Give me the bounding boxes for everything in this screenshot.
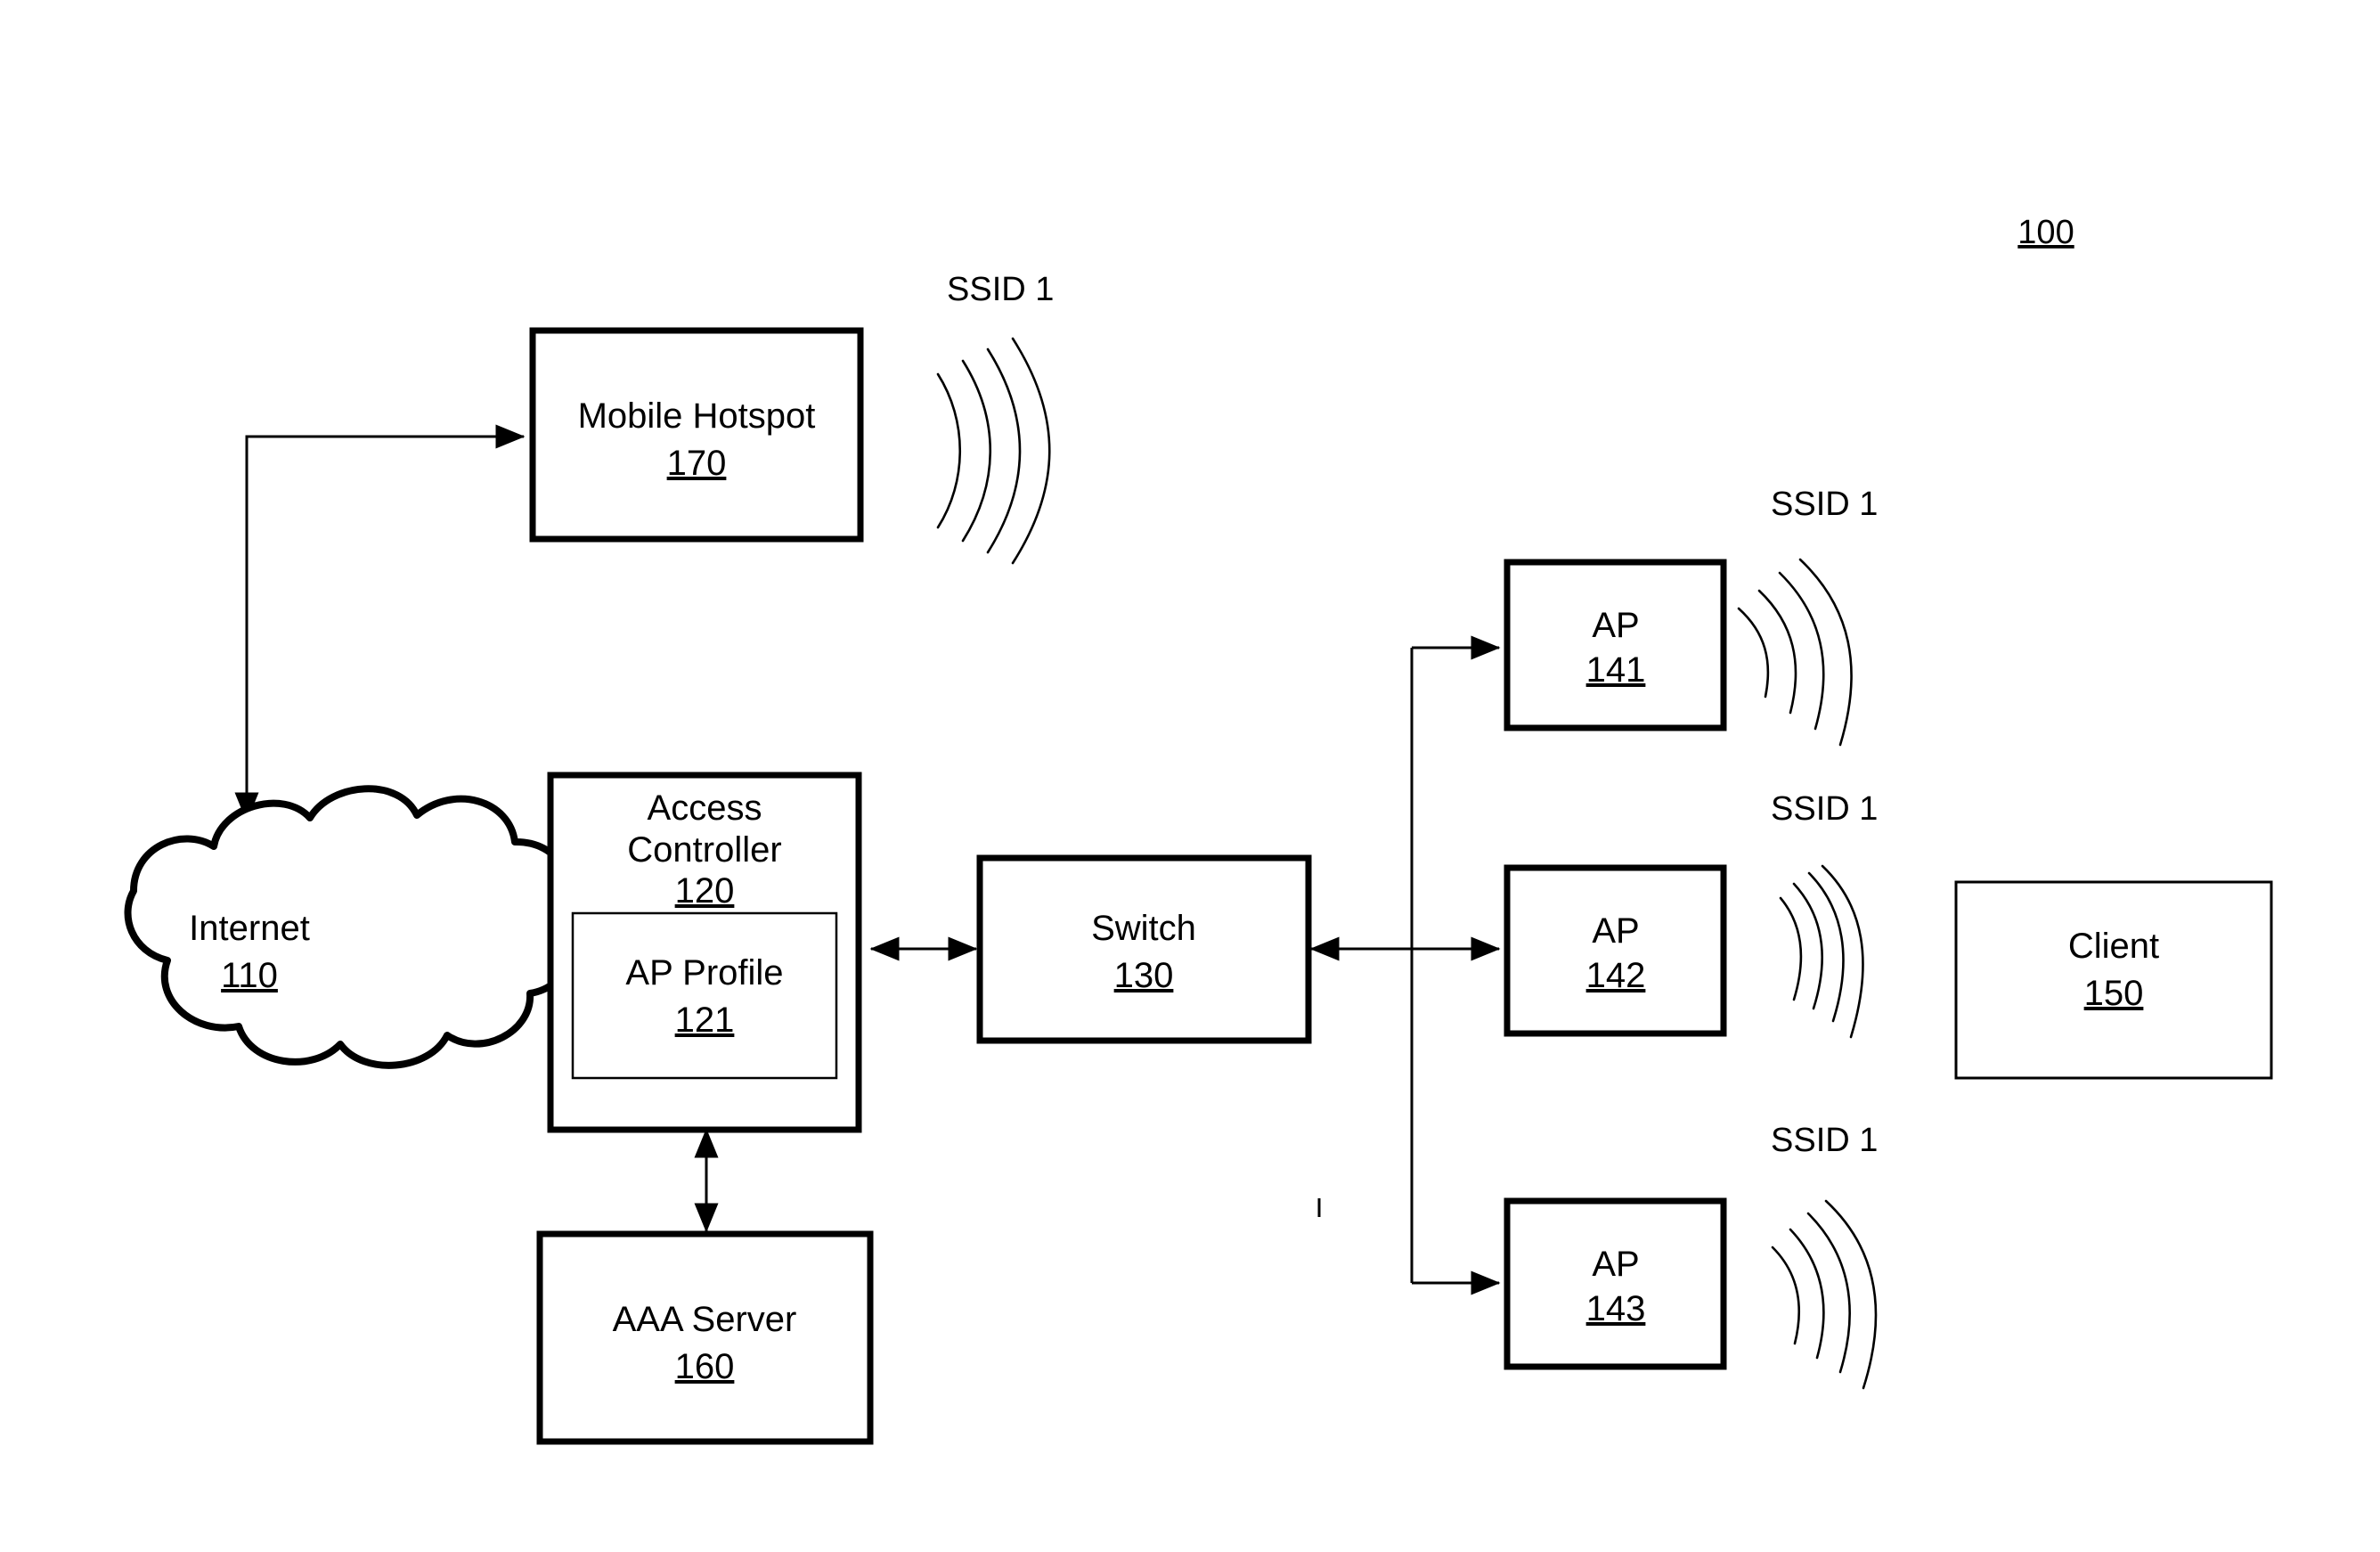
access-controller-label-line2: Controller xyxy=(627,830,781,870)
node-ap-143: AP 143 xyxy=(1504,1197,1727,1370)
ap-profile-label: AP Profile xyxy=(625,953,783,992)
connector-switch-ap-trunk xyxy=(1309,635,1501,1295)
client-label: Client xyxy=(2068,927,2159,966)
ap-profile-ref: 121 xyxy=(675,1001,735,1040)
patent-figure-canvas: Internet 110 Mobile Hotspot 170 SSID 1 A… xyxy=(0,0,2380,1552)
figure-reference-numeral: 100 xyxy=(2017,214,2074,251)
node-ap-142: AP 142 xyxy=(1504,864,1727,1037)
node-switch: Switch 130 xyxy=(976,854,1312,1044)
ap-141-label: AP xyxy=(1592,606,1639,645)
ssid-label-ap141: SSID 1 xyxy=(1771,486,1878,523)
connector-hotspot-internet xyxy=(234,424,526,822)
switch-label: Switch xyxy=(1091,909,1196,948)
ssid-label-ap142: SSID 1 xyxy=(1771,790,1878,828)
node-ap-profile: AP Profile 121 xyxy=(571,911,838,1080)
wifi-signal-icon-ap143 xyxy=(1771,1199,1878,1390)
wifi-signal-icon-ap141 xyxy=(1737,558,1853,747)
internet-label: Internet xyxy=(189,909,310,948)
ap-143-ref: 143 xyxy=(1586,1289,1646,1328)
network-diagram: Internet 110 Mobile Hotspot 170 SSID 1 A… xyxy=(124,214,2273,1445)
internet-ref: 110 xyxy=(221,956,278,995)
ap-142-label: AP xyxy=(1592,911,1639,951)
access-controller-ref: 120 xyxy=(675,871,735,911)
access-controller-label-line1: Access xyxy=(648,788,762,828)
mobile-hotspot-label: Mobile Hotspot xyxy=(578,396,816,436)
client-ref: 150 xyxy=(2084,974,2144,1013)
wifi-signal-icon-hotspot xyxy=(936,337,1051,565)
ap-142-ref: 142 xyxy=(1586,956,1646,995)
aaa-server-ref: 160 xyxy=(675,1347,735,1386)
ssid-label-ap143: SSID 1 xyxy=(1771,1122,1878,1159)
switch-ref: 130 xyxy=(1114,956,1174,995)
ap-141-ref: 141 xyxy=(1586,650,1646,690)
aaa-server-label: AAA Server xyxy=(613,1300,797,1339)
node-client: Client 150 xyxy=(1954,880,2273,1080)
node-access-controller: Access Controller 120 AP Profile 121 xyxy=(547,772,862,1133)
node-aaa-server: AAA Server 160 xyxy=(536,1230,874,1445)
node-ap-141: AP 141 xyxy=(1504,559,1727,731)
wifi-signal-icon-ap142 xyxy=(1779,864,1864,1039)
node-mobile-hotspot: Mobile Hotspot 170 xyxy=(529,327,864,543)
mobile-hotspot-ref: 170 xyxy=(667,444,727,483)
node-internet: Internet 110 xyxy=(124,785,577,1069)
ap-143-label: AP xyxy=(1592,1245,1639,1284)
ssid-label-hotspot: SSID 1 xyxy=(947,271,1054,308)
